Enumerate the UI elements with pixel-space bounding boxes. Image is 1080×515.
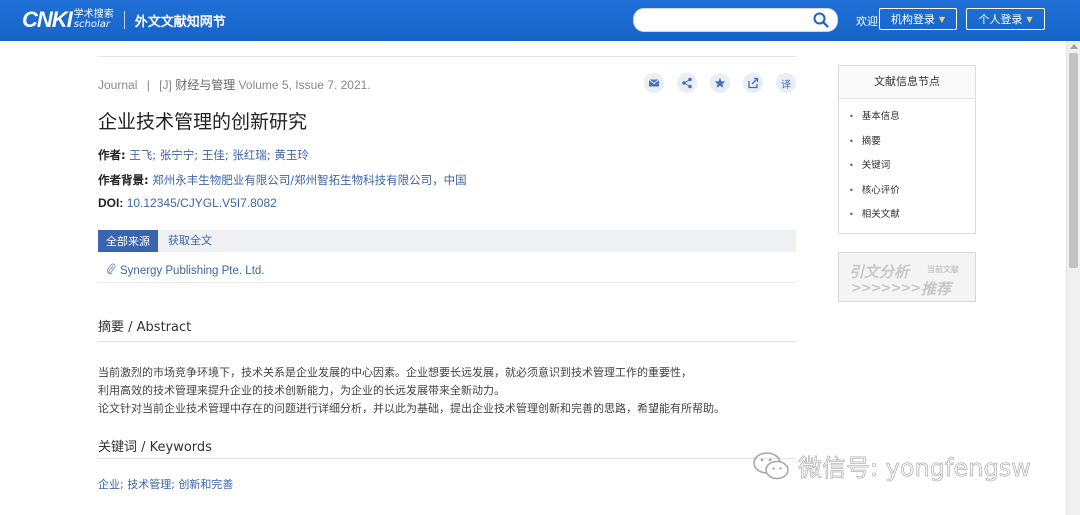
journal-link[interactable]: 财经与管理	[175, 78, 235, 92]
personal-login-label: 个人登录	[978, 13, 1023, 26]
doi-label: DOI:	[98, 196, 124, 210]
mail-button[interactable]	[644, 73, 664, 93]
affiliation-line: 作者背景: 郑州永丰生物肥业有限公司/郑州智拓生物科技有限公司，中国	[98, 172, 467, 188]
article-title: 企业技术管理的创新研究	[98, 111, 308, 133]
logo-scholar: 学术搜索 scholar	[74, 10, 114, 30]
watermark-text: 微信号: yongfengsw	[798, 454, 1031, 483]
publisher-link[interactable]: Synergy Publishing Pte. Ltd.	[106, 263, 264, 277]
page-scrollbar[interactable]	[1066, 41, 1080, 515]
search-input[interactable]	[644, 9, 818, 32]
search-icon[interactable]	[813, 12, 829, 28]
authors-label: 作者:	[98, 148, 126, 162]
meta-separator: |	[146, 78, 150, 92]
search-box	[633, 8, 838, 32]
sidebar-item-abstract[interactable]: 摘要	[849, 130, 975, 155]
citation-recommend: 推荐	[921, 280, 952, 298]
sidebar-item-keywords[interactable]: 关键词	[849, 154, 975, 179]
logo-divider	[123, 11, 125, 29]
citation-arrows-icon: >>>>>>>	[851, 281, 921, 296]
article-meta: Journal | [J] 财经与管理 Volume 5, Issue 7. 2…	[98, 76, 371, 93]
sidebar-item-core-review[interactable]: 核心评价	[849, 179, 975, 204]
paperclip-icon	[106, 263, 116, 275]
export-button[interactable]	[743, 73, 763, 93]
mail-icon	[648, 79, 660, 87]
keywords-divider	[98, 458, 796, 459]
tab-get-fulltext[interactable]: 获取全文	[168, 230, 212, 252]
abstract-line-1: 当前激烈的市场竞争环境下，技术关系是企业发展的中心因素。企业想要长远发展，就必须…	[98, 366, 692, 379]
article-type: Journal	[98, 78, 138, 92]
abstract-line-3: 论文针对当前企业技术管理中存在的问题进行详细分析，并以此为基础，提出企业技术管理…	[98, 402, 725, 415]
abstract-heading: 摘要 / Abstract	[98, 320, 192, 335]
translate-label: 译	[781, 79, 791, 91]
sidebar-title: 文献信息节点	[839, 66, 975, 99]
source-row: Synergy Publishing Pte. Ltd.	[98, 252, 796, 283]
site-subtitle: 外文文献知网节	[134, 14, 226, 30]
citation-analysis-banner[interactable]: 引文分析 当前文献 >>>>>>> 推荐	[838, 252, 976, 302]
sidebar-item-basic-info[interactable]: 基本信息	[849, 105, 975, 130]
doi-value[interactable]: 10.12345/CJYGL.V5I7.8082	[127, 196, 277, 210]
personal-login-button[interactable]: 个人登录 ▼	[966, 8, 1045, 30]
authors-line: 作者: 王飞; 张宁宁; 王佳; 张红瑞; 黄玉玲	[98, 147, 309, 163]
abstract-text: 当前激烈的市场竞争环境下，技术关系是企业发展的中心因素。企业想要长远发展，就必须…	[98, 364, 738, 418]
institution-login-label: 机构登录	[890, 13, 935, 26]
wechat-watermark: 微信号: yongfengsw	[752, 448, 1031, 483]
logo-scholar-en: scholar	[73, 19, 110, 30]
sidebar-list: 基本信息 摘要 关键词 核心评价 相关文献	[839, 99, 975, 228]
article-tools: 译	[644, 73, 809, 93]
scroll-thumb[interactable]	[1069, 53, 1078, 268]
tab-all-sources[interactable]: 全部来源	[98, 230, 158, 252]
logo-cnki-text: CNKI	[22, 7, 73, 32]
keywords-heading: 关键词 / Keywords	[98, 440, 212, 455]
scroll-up-arrow-icon[interactable]	[1070, 44, 1078, 49]
source-tabs: 全部来源 获取全文	[98, 230, 796, 252]
citation-title: 引文分析	[849, 263, 910, 281]
star-icon	[714, 77, 726, 88]
citation-small-label: 当前文献	[927, 265, 959, 274]
abstract-line-2: 利用高效的技术管理来提升企业的技术创新能力，为企业的长远发展带来全新动力。	[98, 384, 505, 397]
welcome-text: 欢迎	[856, 15, 878, 28]
affiliation-label: 作者背景:	[98, 173, 149, 187]
top-header: CNKI 学术搜索 scholar 外文文献知网节 欢迎 机构登录 ▼ 个人登录…	[0, 0, 1080, 41]
export-icon	[748, 77, 759, 89]
sidebar-item-related-docs[interactable]: 相关文献	[849, 203, 975, 228]
institution-login-button[interactable]: 机构登录 ▼	[879, 8, 957, 30]
chevron-down-icon: ▼	[1026, 14, 1033, 24]
keywords-list[interactable]: 企业; 技术管理; 创新和完善	[98, 476, 233, 492]
translate-button[interactable]: 译	[776, 73, 796, 93]
chevron-down-icon: ▼	[938, 14, 946, 24]
top-divider	[98, 56, 796, 57]
cnki-logo[interactable]: CNKI 学术搜索 scholar 外文文献知网节	[22, 7, 226, 33]
doi-line: DOI: 10.12345/CJYGL.V5I7.8082	[98, 196, 277, 210]
share-icon	[682, 77, 692, 89]
publisher-name: Synergy Publishing Pte. Ltd.	[120, 265, 265, 277]
authors-value[interactable]: 王飞; 张宁宁; 王佳; 张红瑞; 黄玉玲	[129, 148, 309, 162]
favorite-button[interactable]	[710, 73, 730, 93]
affiliation-value[interactable]: 郑州永丰生物肥业有限公司/郑州智拓生物科技有限公司，中国	[152, 173, 466, 187]
share-button[interactable]	[677, 73, 697, 93]
article-tag: [J]	[159, 78, 172, 92]
wechat-icon	[753, 451, 789, 479]
volume-issue: Volume 5, Issue 7. 2021.	[238, 78, 371, 92]
abstract-divider	[98, 341, 796, 342]
doc-info-nodes: 文献信息节点 基本信息 摘要 关键词 核心评价 相关文献	[838, 65, 976, 234]
